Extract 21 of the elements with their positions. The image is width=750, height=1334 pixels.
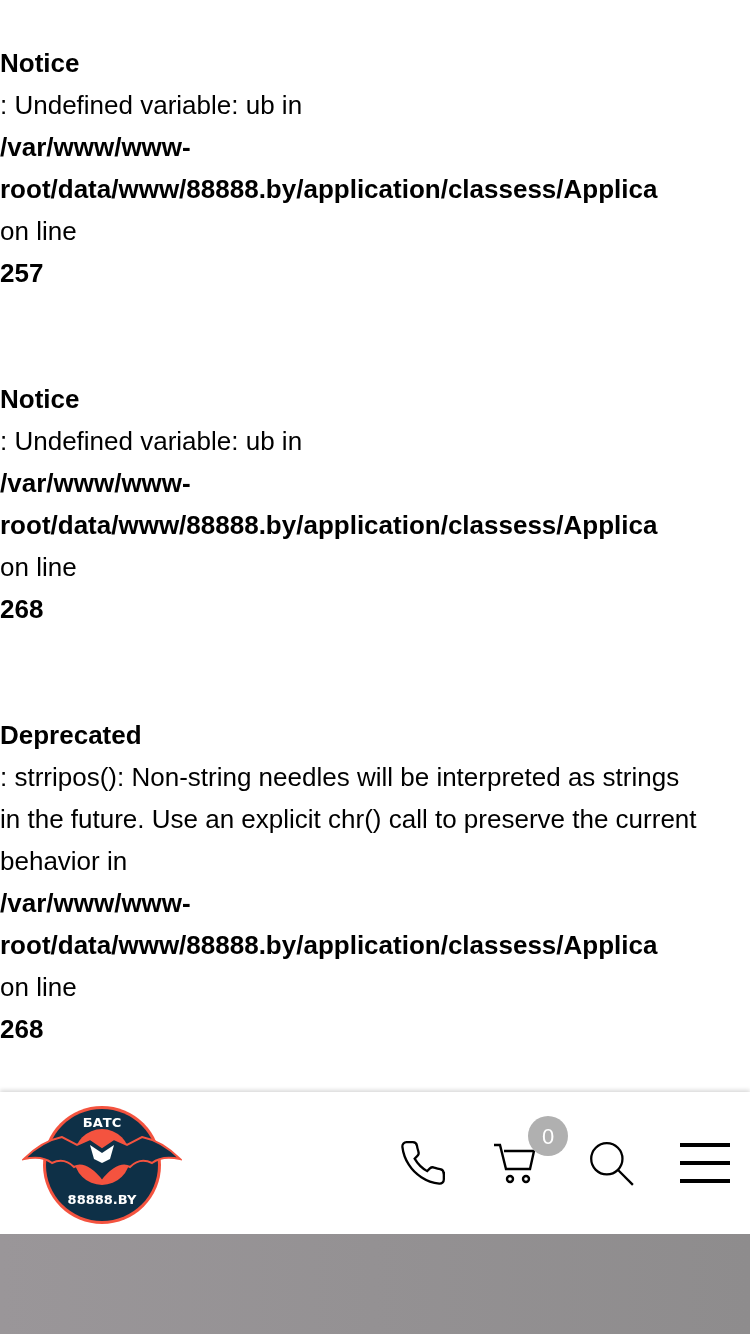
file-path: /var/www/www-	[0, 887, 191, 920]
error-level: Deprecated	[0, 719, 143, 752]
menu-icon[interactable]	[680, 1143, 730, 1183]
on-line-label: on line	[0, 971, 78, 1004]
cart-count: 0	[528, 1116, 568, 1156]
error-message: : Undefined variable: ub in	[0, 425, 304, 458]
error-level: Notice	[0, 47, 81, 80]
error-level: Notice	[0, 383, 81, 416]
file-path: /var/www/www-	[0, 131, 191, 164]
phone-icon[interactable]	[398, 1138, 448, 1188]
file-path: /var/www/www-	[0, 467, 191, 500]
file-path: root/data/www/88888.by/application/classess/Applica	[0, 929, 658, 962]
line-number: 268	[0, 593, 45, 626]
file-path: root/data/www/88888.by/application/classess/Applica	[0, 509, 658, 542]
on-line-label: on line	[0, 215, 78, 248]
line-number: 257	[0, 257, 45, 290]
line-number: 268	[0, 1013, 45, 1046]
error-message: : strripos(): Non-string needles will be interpreted as strings in the future. Use an explicit chr() call to preserve the current behavior in	[0, 761, 698, 878]
on-line-label: on line	[0, 551, 78, 584]
error-message: : Undefined variable: ub in	[0, 89, 304, 122]
file-path: root/data/www/88888.by/application/classess/Applica	[0, 173, 658, 206]
